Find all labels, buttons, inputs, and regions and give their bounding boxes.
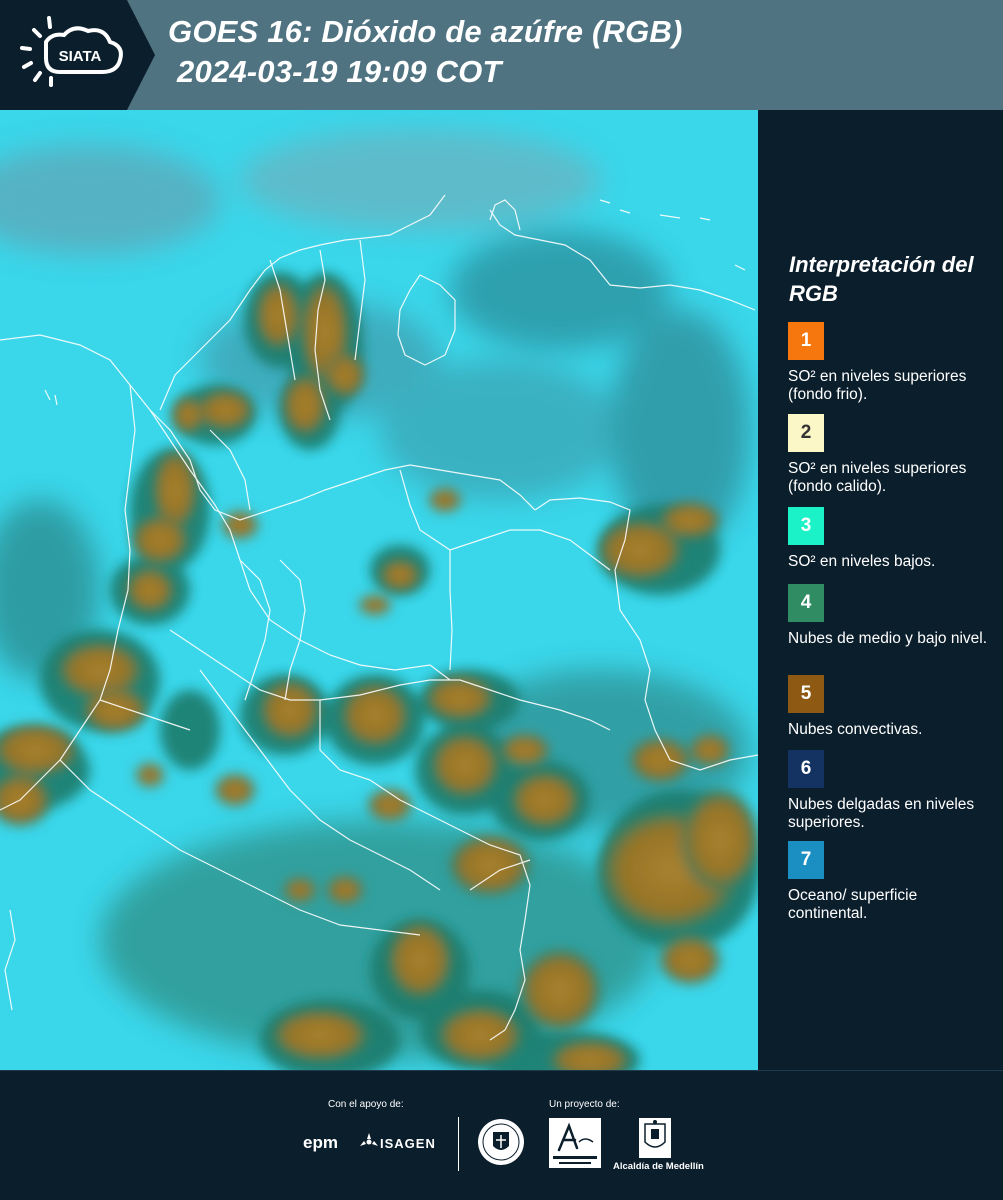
medellin-seal-icon	[478, 1119, 524, 1165]
legend-label-6: Nubes delgadas en niveles superiores.	[788, 796, 975, 831]
legend-item-7: 7 Oceano/ superficie continental.	[788, 841, 1000, 923]
legend-swatch-1: 1	[788, 322, 824, 360]
legend-swatch-7: 7	[788, 841, 824, 879]
project-label: Un proyecto de:	[549, 1099, 620, 1110]
legend-item-6: 6 Nubes delgadas en niveles superiores.	[788, 750, 1000, 832]
legend-swatch-3: 3	[788, 507, 824, 545]
legend-number-1: 1	[800, 330, 812, 351]
satellite-map[interactable]	[0, 110, 758, 1070]
legend-label-2: SO² en niveles superiores (fondo calido)…	[788, 460, 967, 495]
legend-item-4: 4 Nubes de medio y bajo nivel.	[788, 584, 1000, 648]
legend-label-4: Nubes de medio y bajo nivel.	[788, 630, 988, 647]
legend-swatch-5: 5	[788, 675, 824, 713]
siata-logo-text: SIATA	[59, 48, 102, 65]
legend-number-5: 5	[800, 683, 812, 704]
area-metropolitana-logo	[549, 1118, 601, 1168]
legend-number-2: 2	[800, 422, 812, 443]
epm-logo: epm	[303, 1133, 338, 1152]
legend-number-6: 6	[800, 758, 812, 779]
legend-panel: Interpretación del RGB 1 SO² en niveles …	[758, 110, 1003, 1070]
legend-item-2: 2 SO² en niveles superiores (fondo calid…	[788, 414, 1000, 496]
legend-item-1: 1 SO² en niveles superiores (fondo frio)…	[788, 322, 1000, 404]
isagen-icon	[360, 1133, 378, 1146]
legend-label-3: SO² en niveles bajos.	[788, 553, 936, 570]
legend-label-1: SO² en niveles superiores (fondo frio).	[788, 368, 967, 403]
title-product: GOES 16: Dióxido de azúfre (RGB)	[168, 14, 683, 49]
legend-number-7: 7	[800, 849, 812, 870]
legend-number-3: 3	[800, 515, 812, 536]
header-bar: SIATA GOES 16: Dióxido de azúfre (RGB) 2…	[0, 0, 1003, 110]
legend-label-7: Oceano/ superficie continental.	[788, 887, 918, 922]
legend-label-5: Nubes convectivas.	[788, 721, 923, 738]
siata-logo: SIATA	[0, 0, 155, 110]
legend-title: Interpretación del RGB	[789, 252, 974, 306]
alcaldia-shield-icon	[639, 1118, 671, 1158]
legend-number-4: 4	[800, 592, 812, 613]
satellite-map-image	[0, 110, 758, 1070]
legend-swatch-2: 2	[788, 414, 824, 452]
alcaldia-label: Alcaldía de Medellín	[613, 1161, 704, 1172]
title-timestamp: 2024-03-19 19:09 COT	[177, 54, 502, 89]
support-label: Con el apoyo de:	[328, 1099, 404, 1110]
footer-bar: Con el apoyo de: Un proyecto de: epm ISA…	[0, 1070, 1003, 1200]
legend-item-5: 5 Nubes convectivas.	[788, 675, 1000, 739]
footer-divider	[458, 1117, 459, 1171]
legend-swatch-4: 4	[788, 584, 824, 622]
legend-item-3: 3 SO² en niveles bajos.	[788, 507, 1000, 571]
isagen-logo: ISAGEN	[380, 1136, 436, 1151]
legend-swatch-6: 6	[788, 750, 824, 788]
